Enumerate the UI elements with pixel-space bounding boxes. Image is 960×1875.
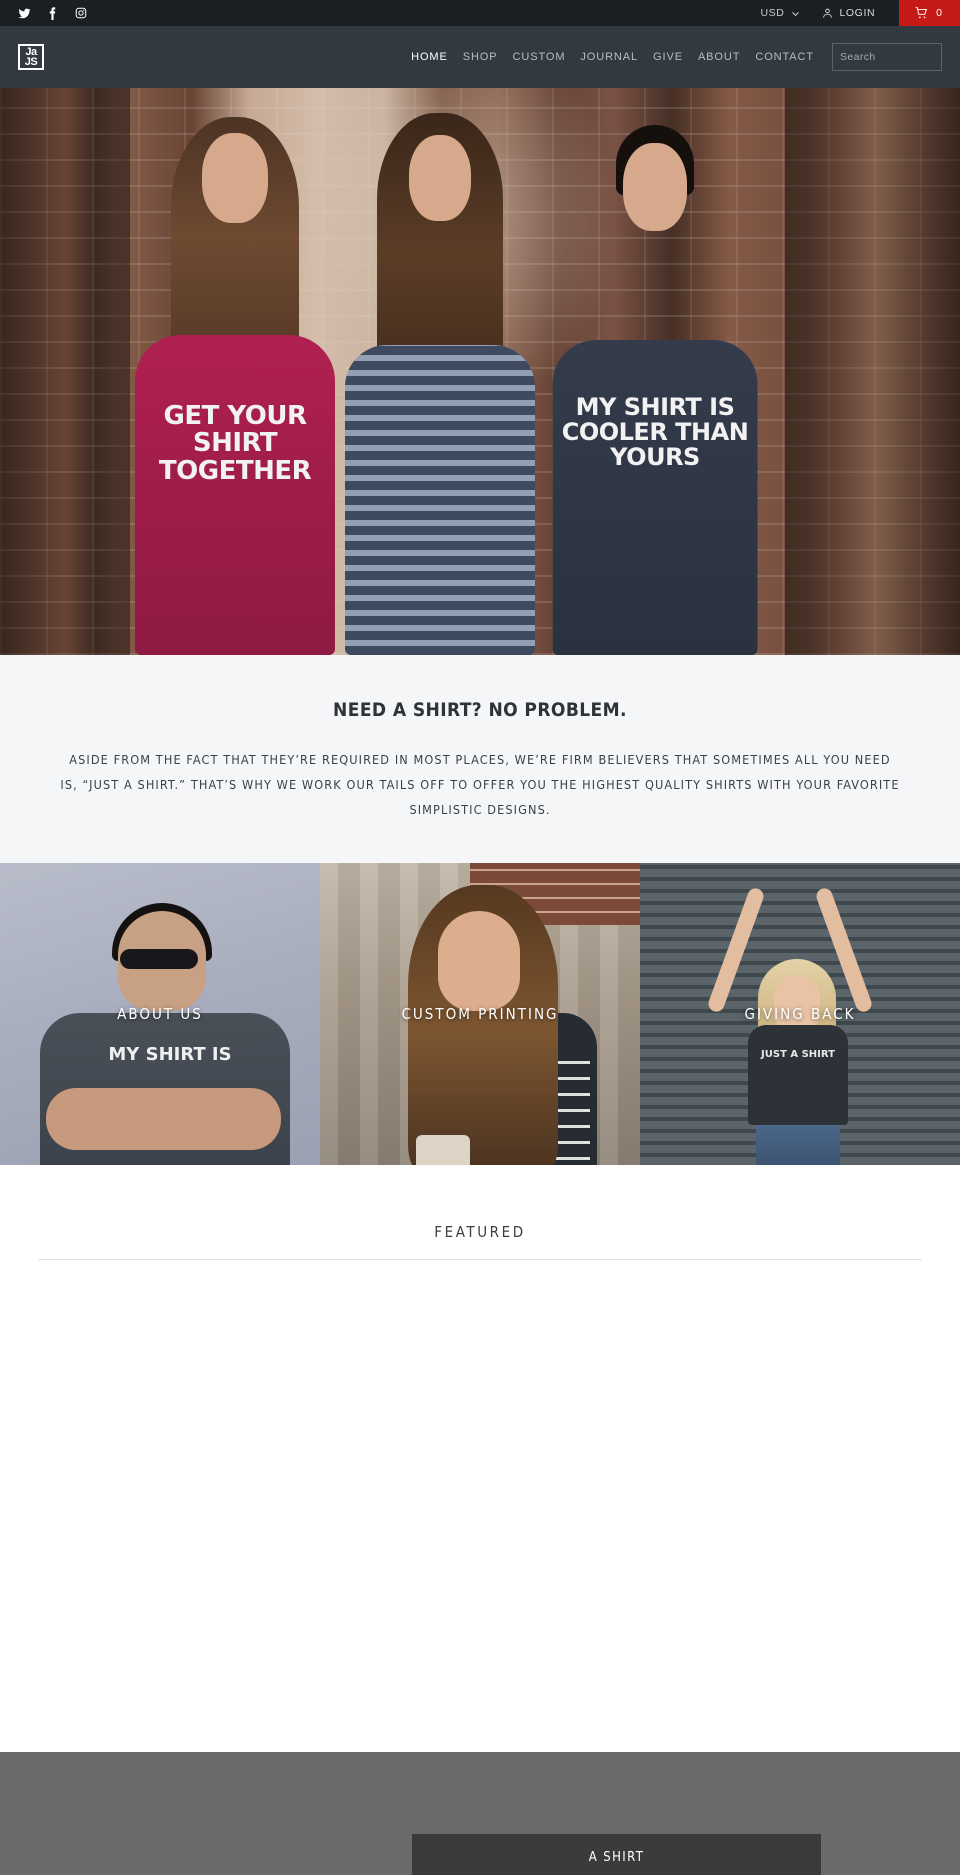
search-input[interactable] — [840, 51, 960, 63]
nav-item-give[interactable]: GIVE — [653, 51, 683, 63]
site-logo[interactable]: Ja JS — [18, 44, 44, 70]
top-utility-bar: USD LOGIN 0 — [0, 0, 960, 26]
a-shirt-card[interactable]: A SHIRT — [412, 1833, 821, 1875]
tile-figure-shirt — [748, 1024, 848, 1125]
tile-about-us[interactable]: MY SHIRT IS ABOUT US — [0, 862, 320, 1165]
hero-model-center — [340, 95, 540, 655]
hero-model-right: MY SHIRT IS COOLER THAN YOURS — [552, 95, 758, 655]
featured-product-grid[interactable] — [0, 1260, 960, 1752]
tile-figure-head — [438, 910, 520, 1011]
facebook-icon[interactable] — [46, 6, 59, 20]
category-tiles: MY SHIRT IS ABOUT US CUSTOM PRINTING JUS… — [0, 862, 960, 1165]
model-head — [623, 143, 687, 231]
nav-item-shop[interactable]: SHOP — [463, 51, 498, 63]
model-shirt — [552, 340, 758, 655]
search-box — [832, 43, 960, 71]
model-shirt — [135, 335, 335, 655]
social-links — [0, 6, 87, 20]
chevron-down-icon — [792, 11, 800, 16]
hero-shirt-text-left: GET YOUR SHIRT TOGETHER — [158, 401, 312, 486]
hero-banner[interactable]: GET YOUR SHIRT TOGETHER MY SHIRT IS COOL… — [0, 88, 960, 655]
hero-pillar-right — [785, 88, 960, 655]
bottom-band: A SHIRT — [0, 1751, 960, 1875]
intro-body: ASIDE FROM THE FACT THAT THEY’RE REQUIRE… — [60, 752, 900, 818]
tile-giving-back[interactable]: JUST A SHIRT GIVING BACK — [640, 862, 960, 1165]
tile-label-giving-back: GIVING BACK — [744, 1004, 856, 1023]
phone-icon — [416, 1134, 470, 1165]
top-right-actions: USD LOGIN 0 — [760, 0, 960, 26]
main-nav: HOME SHOP CUSTOM JOURNAL GIVE ABOUT CONT… — [411, 51, 814, 63]
model-head — [202, 133, 268, 223]
intro-heading: NEED A SHIRT? NO PROBLEM. — [333, 699, 627, 721]
nav-item-home[interactable]: HOME — [411, 51, 448, 63]
hero-model-left: GET YOUR SHIRT TOGETHER — [135, 95, 335, 655]
sunglasses-icon — [120, 948, 198, 969]
intro-section: NEED A SHIRT? NO PROBLEM. ASIDE FROM THE… — [0, 655, 960, 863]
currency-selector[interactable]: USD — [760, 7, 822, 19]
nav-item-journal[interactable]: JOURNAL — [580, 51, 638, 63]
tile-label-about-us: ABOUT US — [117, 1004, 203, 1023]
logo-line-2: JS — [24, 56, 38, 68]
hero-pillar-left — [0, 88, 130, 655]
cart-icon — [915, 7, 928, 19]
instagram-icon[interactable] — [74, 7, 87, 20]
nav-item-contact[interactable]: CONTACT — [755, 51, 814, 63]
currency-label: USD — [760, 7, 785, 19]
a-shirt-card-label: A SHIRT — [588, 1850, 645, 1866]
nav-item-custom[interactable]: CUSTOM — [513, 51, 566, 63]
tile-shirt-text: MY SHIRT IS — [108, 1043, 232, 1065]
hero-shirt-text-right: MY SHIRT IS COOLER THAN YOURS — [561, 393, 749, 472]
model-head — [409, 135, 471, 221]
nav-item-about[interactable]: ABOUT — [698, 51, 740, 63]
login-label: LOGIN — [839, 7, 876, 19]
featured-heading: FEATURED — [434, 1222, 526, 1241]
tile-label-custom-printing: CUSTOM PRINTING — [401, 1004, 559, 1023]
cart-button[interactable]: 0 — [899, 0, 960, 26]
twitter-icon[interactable] — [18, 7, 31, 20]
tile-figure-arms — [46, 1087, 281, 1150]
site-header: Ja JS HOME SHOP CUSTOM JOURNAL GIVE ABOU… — [0, 26, 960, 88]
login-button[interactable]: LOGIN — [822, 7, 899, 19]
tile-custom-printing[interactable]: CUSTOM PRINTING — [320, 862, 640, 1165]
cart-count: 0 — [936, 7, 942, 19]
tile-figure-head — [774, 974, 820, 1033]
featured-section: FEATURED — [0, 1164, 960, 1752]
model-shirt — [345, 345, 535, 655]
user-icon — [823, 8, 833, 18]
tile-shirt-text: JUST A SHIRT — [761, 1048, 835, 1060]
